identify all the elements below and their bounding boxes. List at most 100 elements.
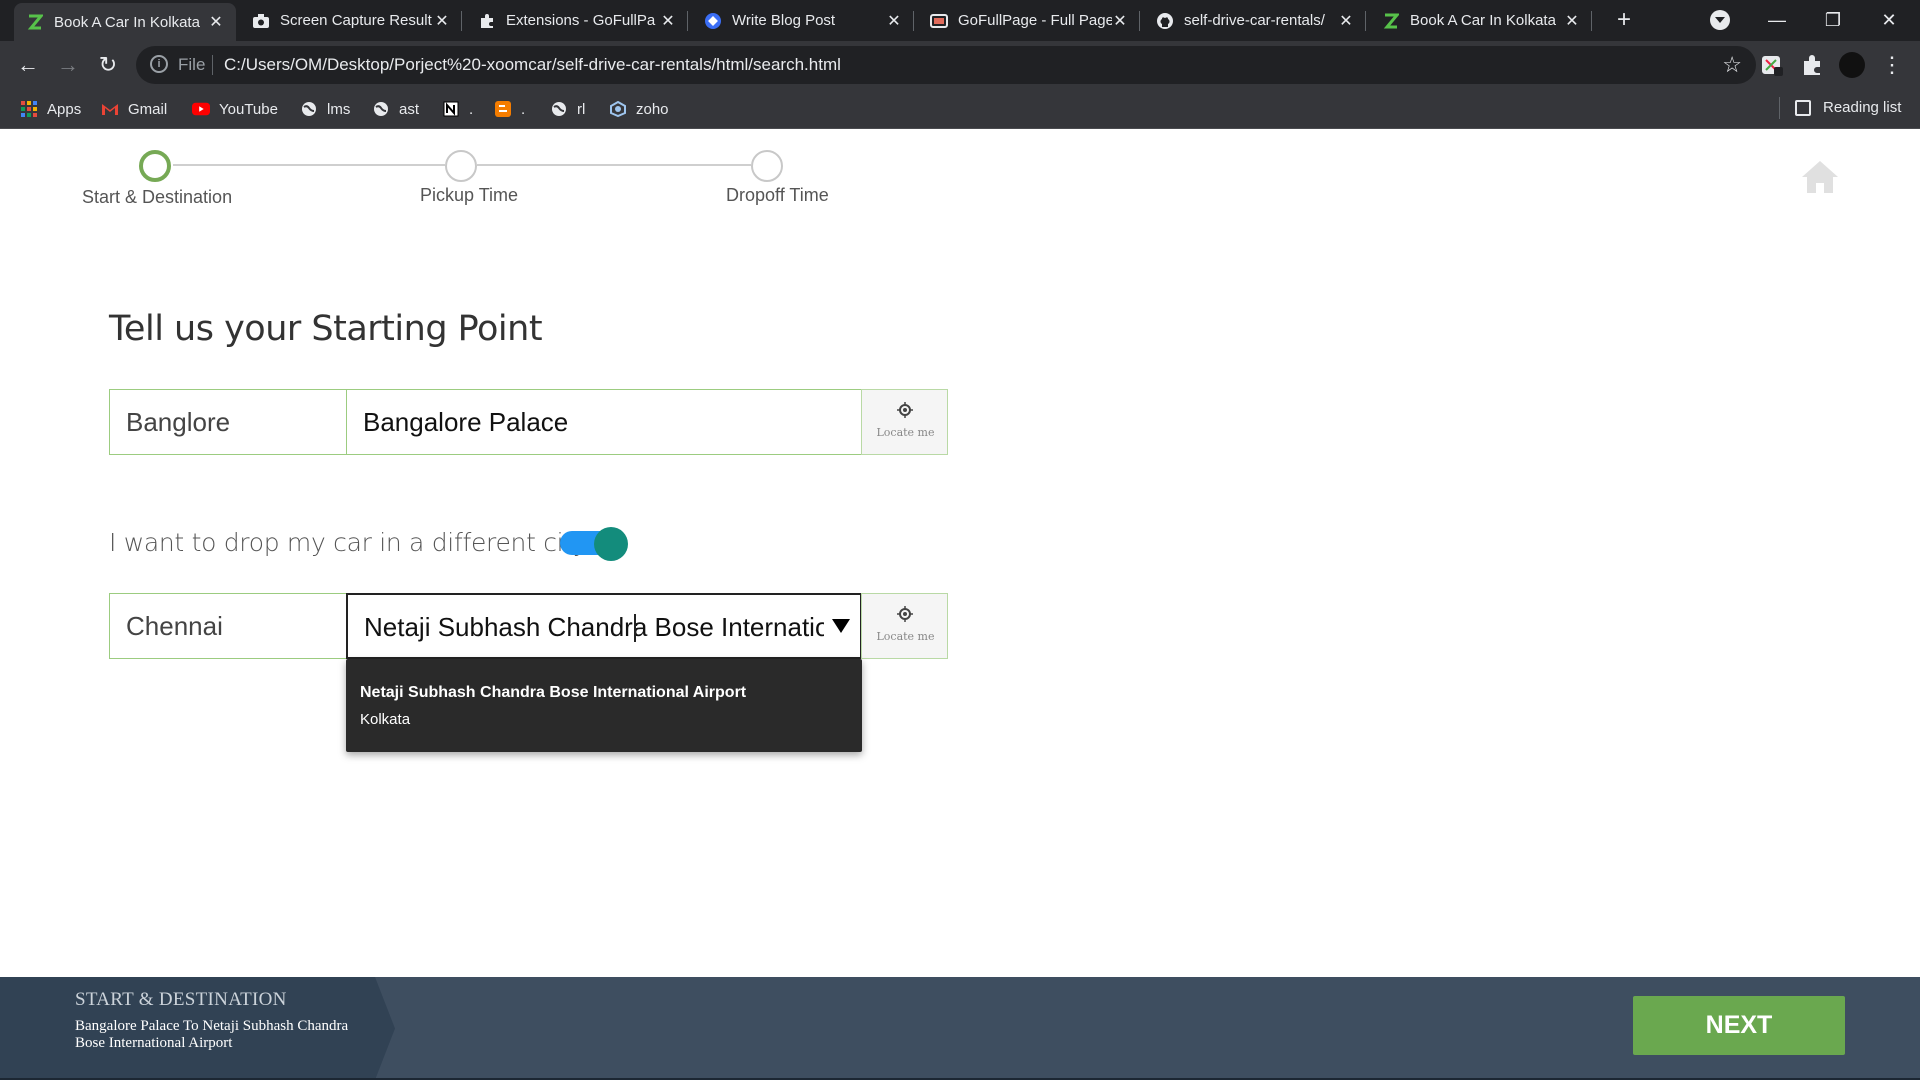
close-tab-icon[interactable]: ✕ xyxy=(1338,11,1354,31)
bookmark-label: rl xyxy=(577,100,586,118)
gofullpage-icon xyxy=(930,12,948,30)
globe-icon xyxy=(372,100,390,118)
drop-location-row: Chennai Netaji Subhash Chandra Bose Inte… xyxy=(109,593,948,659)
progress-stepper: Start & Destination Pickup Time Dropoff … xyxy=(0,129,900,219)
extensions-puzzle-icon[interactable] xyxy=(1798,51,1826,79)
start-place-value: Bangalore Palace xyxy=(363,407,569,437)
tab-github-repo[interactable]: self-drive-car-rentals/ ✕ xyxy=(1144,0,1366,41)
minimize-icon[interactable]: — xyxy=(1762,6,1792,34)
bookmark-gmail[interactable]: Gmail xyxy=(101,99,167,119)
page-content: Start & Destination Pickup Time Dropoff … xyxy=(0,129,1920,1080)
suggestion-title: Netaji Subhash Chandra Bose Internationa… xyxy=(360,684,747,701)
github-icon xyxy=(1156,12,1174,30)
gmail-icon xyxy=(101,100,119,118)
bookmark-rl[interactable]: rl xyxy=(550,99,585,119)
reading-list-icon xyxy=(1795,99,1811,116)
home-icon[interactable] xyxy=(1800,159,1840,195)
restore-icon[interactable]: ❐ xyxy=(1818,6,1848,34)
tab-book-a-car-kolkata[interactable]: Book A Car In Kolkata ✕ xyxy=(14,3,236,41)
new-tab-button[interactable]: + xyxy=(1612,8,1636,32)
start-city-value: Banglore xyxy=(126,407,231,437)
bookmark-zoho[interactable]: zoho xyxy=(609,99,669,119)
close-tab-icon[interactable]: ✕ xyxy=(886,11,902,31)
globe-icon xyxy=(300,100,318,118)
different-city-toggle[interactable] xyxy=(560,527,628,561)
step-label-start-destination: Start & Destination xyxy=(82,187,233,207)
locate-me-label: Locate me xyxy=(876,426,935,439)
tab-title: Write Blog Post xyxy=(732,12,836,29)
next-button[interactable]: NEXT xyxy=(1633,996,1845,1055)
step-dot-dropoff-time[interactable] xyxy=(751,150,783,182)
close-tab-icon[interactable]: ✕ xyxy=(208,12,224,32)
back-icon[interactable]: ← xyxy=(14,51,42,79)
close-tab-icon[interactable]: ✕ xyxy=(434,11,450,31)
close-tab-icon[interactable]: ✕ xyxy=(660,11,676,31)
zoomcar-z-icon xyxy=(1382,12,1400,30)
profile-avatar[interactable] xyxy=(1838,51,1866,79)
locate-crosshair-icon xyxy=(897,402,913,418)
bookmark-label: YouTube xyxy=(219,100,278,118)
address-bar[interactable]: i File C:/Users/OM/Desktop/Porject%20-xo… xyxy=(136,46,1756,84)
browser-menu-icon[interactable]: ⋮ xyxy=(1878,51,1906,79)
tab-screen-capture[interactable]: Screen Capture Result ✕ xyxy=(240,0,462,41)
bookmark-youtube[interactable]: YouTube xyxy=(192,99,278,119)
tab-write-blog-post[interactable]: Write Blog Post ✕ xyxy=(692,0,914,41)
drop-locate-me-button[interactable]: Locate me xyxy=(861,593,948,659)
drop-place-field[interactable]: Netaji Subhash Chandra Bose Internation xyxy=(346,593,862,659)
start-locate-me-button[interactable]: Locate me xyxy=(861,389,948,455)
bookmark-notion[interactable]: . xyxy=(442,99,473,119)
bookmark-blogger[interactable]: . xyxy=(494,99,525,119)
tab-book-a-car-kolkata-2[interactable]: Book A Car In Kolkata ✕ xyxy=(1370,0,1592,41)
step-label-pickup-time: Pickup Time xyxy=(420,185,519,205)
start-city-field[interactable]: Banglore xyxy=(109,389,347,455)
url-scheme: File xyxy=(178,55,206,74)
different-city-toggle-row: I want to drop my car in a different cit… xyxy=(109,521,709,561)
bookmark-lms[interactable]: lms xyxy=(300,99,350,119)
tab-title: Book A Car In Kolkata xyxy=(54,13,200,31)
drop-city-field[interactable]: Chennai xyxy=(109,593,347,659)
close-tab-icon[interactable]: ✕ xyxy=(1112,11,1128,31)
bookmark-label: . xyxy=(521,100,526,118)
tab-title: Extensions - GoFullPa xyxy=(506,12,656,29)
place-suggestion-item[interactable]: Netaji Subhash Chandra Bose Internationa… xyxy=(346,659,862,752)
bookmark-label: zoho xyxy=(636,100,669,118)
bookmark-ast[interactable]: ast xyxy=(372,99,419,119)
bookmark-label: . xyxy=(469,100,474,118)
bookmark-apps[interactable]: Apps xyxy=(20,99,81,119)
zoomcar-z-icon xyxy=(26,13,44,31)
bookmark-label: ast xyxy=(399,100,420,118)
tab-title: Screen Capture Result xyxy=(280,12,432,29)
close-window-icon[interactable]: ✕ xyxy=(1874,6,1904,34)
drop-city-value: Chennai xyxy=(126,611,223,641)
tab-title: self-drive-car-rentals/ xyxy=(1184,12,1325,29)
drop-place-value: Netaji Subhash Chandra Bose Internation xyxy=(364,612,824,642)
dropdown-arrow-icon[interactable] xyxy=(832,619,850,633)
booking-footer: START & DESTINATION Bangalore Palace To … xyxy=(0,977,1920,1080)
reading-list-button[interactable]: Reading list xyxy=(1795,99,1901,116)
info-icon[interactable]: i xyxy=(150,55,168,73)
tab-extensions[interactable]: Extensions - GoFullPa ✕ xyxy=(466,0,688,41)
summary-heading: START & DESTINATION xyxy=(75,989,287,1010)
url-text[interactable]: C:/Users/OM/Desktop/Porject%20-xoomcar/s… xyxy=(224,55,841,75)
stepper-connector xyxy=(477,164,751,166)
bookmark-star-icon[interactable]: ☆ xyxy=(1722,52,1742,78)
text-cursor xyxy=(634,614,636,642)
extension-color-picker-icon[interactable] xyxy=(1758,51,1786,79)
toggle-knob xyxy=(594,527,628,561)
tab-title: Book A Car In Kolkata xyxy=(1410,12,1556,29)
locate-crosshair-icon xyxy=(897,606,913,622)
tab-gofullpage[interactable]: GoFullPage - Full Page ✕ xyxy=(918,0,1140,41)
zoho-icon xyxy=(609,100,627,118)
locate-me-label: Locate me xyxy=(876,630,935,643)
blogger-icon xyxy=(494,100,512,118)
tab-title: GoFullPage - Full Page xyxy=(958,12,1112,29)
start-place-field[interactable]: Bangalore Palace xyxy=(346,389,862,455)
forward-icon[interactable]: → xyxy=(54,51,82,79)
step-dot-start-destination[interactable] xyxy=(139,150,171,182)
trip-summary-panel: START & DESTINATION Bangalore Palace To … xyxy=(0,977,395,1080)
step-dot-pickup-time[interactable] xyxy=(445,150,477,182)
tab-search-icon[interactable] xyxy=(1710,10,1730,30)
bookmark-label: Gmail xyxy=(128,100,168,118)
reload-icon[interactable]: ↻ xyxy=(94,51,122,79)
close-tab-icon[interactable]: ✕ xyxy=(1564,11,1580,31)
